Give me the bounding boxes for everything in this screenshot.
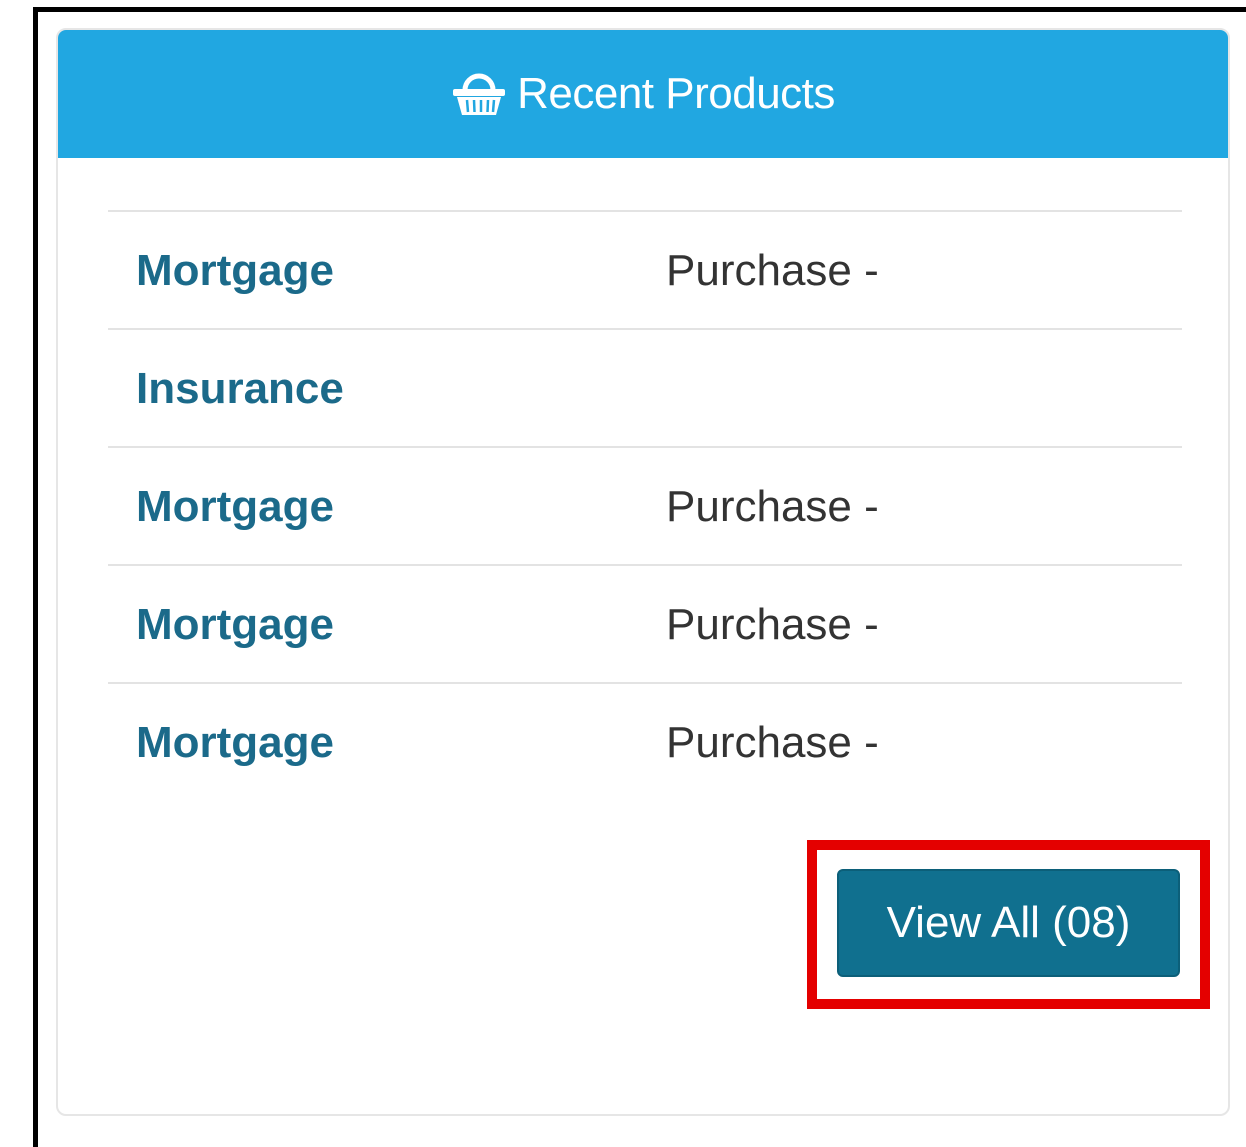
- product-list: Mortgage Purchase - Insurance Mortgage P…: [108, 210, 1182, 800]
- panel-title: Recent Products: [517, 69, 835, 118]
- product-name-link[interactable]: Mortgage: [136, 246, 334, 296]
- product-row: Mortgage Purchase -: [108, 210, 1182, 328]
- view-all-button[interactable]: View All (08): [837, 869, 1180, 977]
- shopping-basket-icon: [451, 70, 507, 118]
- product-row: Insurance: [108, 328, 1182, 446]
- panel-header: Recent Products: [58, 30, 1228, 158]
- product-name-link[interactable]: Insurance: [136, 364, 344, 414]
- product-description: Purchase -: [666, 600, 879, 649]
- product-name-link[interactable]: Mortgage: [136, 718, 334, 768]
- product-row: Mortgage Purchase -: [108, 682, 1182, 800]
- product-row: Mortgage Purchase -: [108, 564, 1182, 682]
- product-name-link[interactable]: Mortgage: [136, 482, 334, 532]
- product-row: Mortgage Purchase -: [108, 446, 1182, 564]
- product-description: Purchase -: [666, 246, 879, 295]
- product-name-link[interactable]: Mortgage: [136, 600, 334, 650]
- product-description: Purchase -: [666, 482, 879, 531]
- product-description: Purchase -: [666, 718, 879, 767]
